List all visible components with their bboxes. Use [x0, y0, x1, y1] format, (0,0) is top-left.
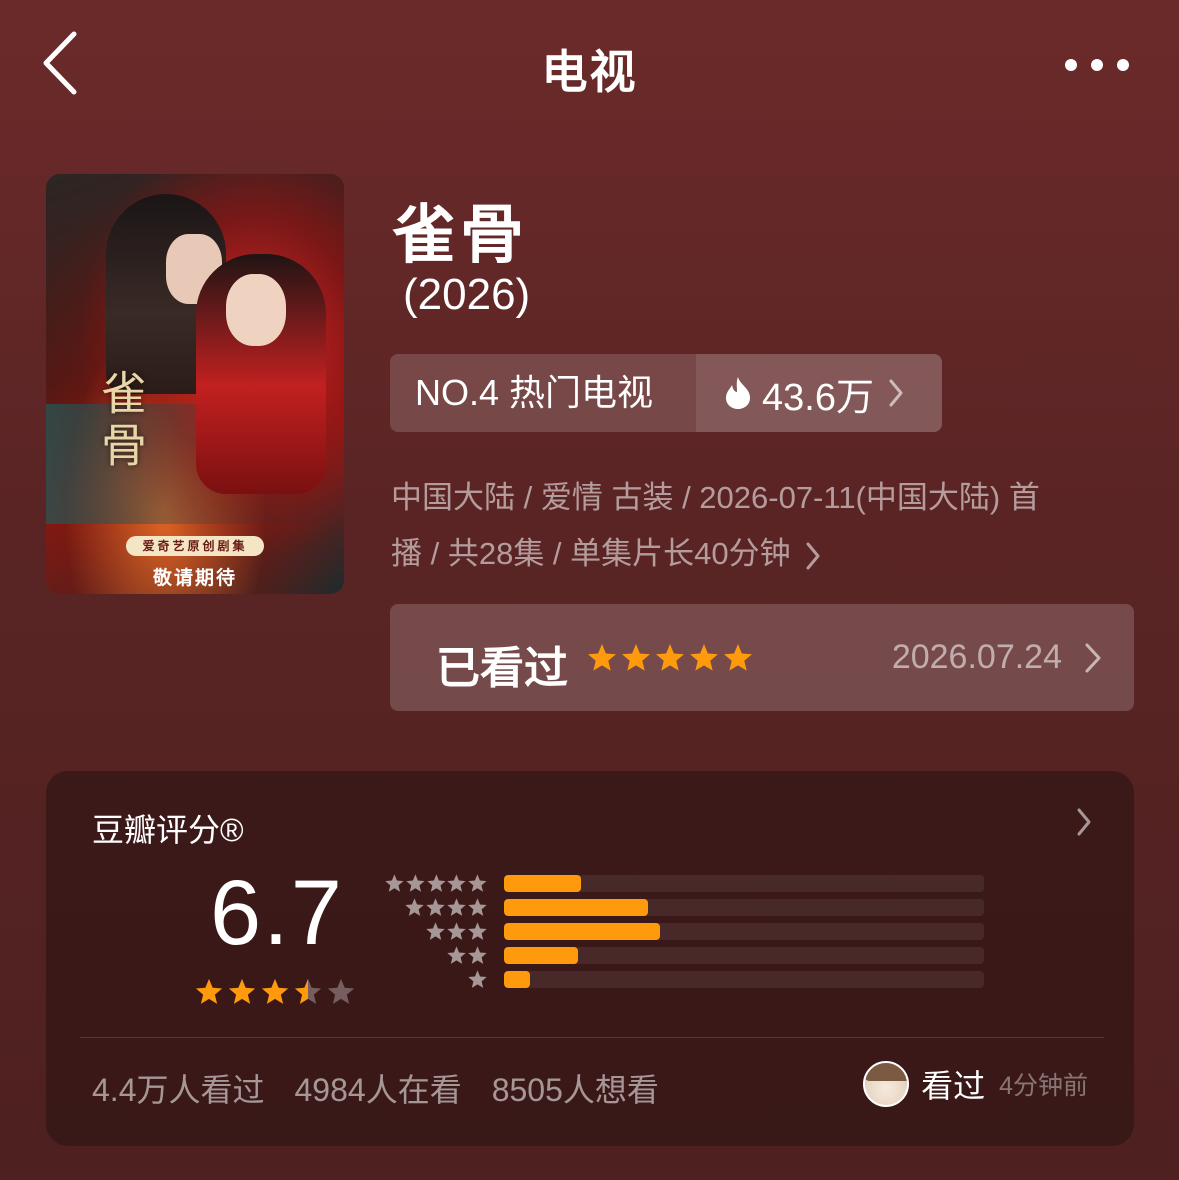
distribution-row-2 [384, 943, 984, 967]
poster-image[interactable]: 雀骨 爱奇艺原创剧集 敬请期待 [46, 174, 344, 594]
star-icon [294, 978, 322, 1004]
star-icon [385, 873, 404, 892]
distribution-row-3 [384, 919, 984, 943]
distribution-bar-3 [504, 922, 660, 940]
star-icon [447, 897, 466, 916]
chevron-right-icon [889, 379, 903, 407]
distribution-row-1 [384, 967, 984, 991]
want-count[interactable]: 8505人想看 [492, 1065, 659, 1111]
distribution-stars [384, 969, 488, 990]
rating-distribution [384, 871, 984, 991]
chevron-right-icon [1085, 643, 1101, 673]
audience-stats: 4.4万人看过 4984人在看 8505人想看 [92, 1065, 659, 1111]
distribution-track [504, 874, 984, 892]
more-button[interactable] [1049, 50, 1129, 80]
star-icon [724, 644, 752, 671]
distribution-bar-4 [504, 898, 648, 916]
star-icon [327, 978, 355, 1004]
distribution-row-5 [384, 871, 984, 895]
poster-subtitle: 敬请期待 [152, 568, 237, 589]
heat-button[interactable]: 43.6万 [696, 354, 942, 432]
rating-score: 6.7 [210, 862, 344, 964]
meta-line-2: 播 / 共28集 / 单集片长40分钟 [391, 536, 791, 571]
star-icon [195, 978, 223, 1004]
heat-value: 43.6万 [762, 376, 874, 419]
star-icon [468, 921, 487, 940]
watching-count[interactable]: 4984人在看 [295, 1065, 462, 1111]
show-year: (2026) [403, 270, 531, 319]
star-icon [426, 921, 445, 940]
rating-header: 豆瓣评分® [92, 812, 244, 848]
star-icon [447, 945, 466, 964]
star-icon [656, 644, 684, 671]
star-icon [447, 873, 466, 892]
distribution-stars [384, 873, 488, 894]
distribution-bar-5 [504, 874, 581, 892]
friend-time: 4分钟前 [999, 1072, 1088, 1100]
distribution-row-4 [384, 895, 984, 919]
rank-badge[interactable]: NO.4 热门电视 43.6万 [390, 354, 942, 432]
friend-action: 看过 [921, 1068, 986, 1104]
distribution-stars [384, 945, 488, 966]
rank-label: NO.4 热门电视 [415, 372, 654, 413]
star-icon [468, 969, 487, 988]
distribution-bar-2 [504, 946, 579, 964]
star-icon [228, 978, 256, 1004]
poster-badge: 爱奇艺原创剧集 [126, 536, 264, 556]
star-icon [468, 945, 487, 964]
star-icon [468, 873, 487, 892]
distribution-bar-1 [504, 970, 531, 988]
distribution-track [504, 898, 984, 916]
star-icon [468, 897, 487, 916]
watched-date: 2026.07.24 [891, 638, 1062, 676]
distribution-stars [384, 921, 488, 942]
meta-line-1: 中国大陆 / 爱情 古装 / 2026-07-11(中国大陆) 首 [391, 480, 1040, 515]
avatar [863, 1061, 910, 1107]
distribution-stars [384, 897, 488, 918]
distribution-track [504, 922, 984, 940]
star-icon [406, 873, 425, 892]
watched-count[interactable]: 4.4万人看过 [92, 1065, 265, 1111]
star-icon [622, 644, 650, 671]
star-icon [426, 897, 445, 916]
star-icon [447, 921, 466, 940]
poster-title: 雀骨 [94, 369, 148, 473]
friend-activity[interactable]: 看过 4分钟前 [863, 1061, 1088, 1107]
distribution-track [504, 946, 984, 964]
top-bar: 电视 [0, 0, 1179, 130]
flame-icon [726, 377, 750, 409]
star-icon [426, 873, 446, 892]
rating-stars [194, 977, 356, 1007]
watched-status-bar[interactable]: 已看过 2026.07.24 [390, 604, 1134, 711]
my-rating-stars [586, 642, 754, 674]
watched-label: 已看过 [436, 644, 568, 693]
show-meta[interactable]: 中国大陆 / 爱情 古装 / 2026-07-11(中国大陆) 首 播 / 共2… [391, 470, 1121, 582]
star-icon [690, 644, 718, 671]
chevron-right-icon[interactable] [1076, 807, 1092, 837]
divider [80, 1037, 1104, 1038]
show-title: 雀骨 [392, 199, 528, 271]
page-title: 电视 [541, 46, 638, 98]
more-dots-icon [1065, 59, 1077, 71]
star-icon [261, 978, 289, 1004]
douban-rating-card: 豆瓣评分® 6.7 4.4万人看过 4984人在看 8505人想看 看过 4分钟… [46, 771, 1134, 1146]
distribution-track [504, 970, 984, 988]
chevron-right-icon [806, 542, 820, 570]
star-icon [588, 644, 616, 671]
star-icon [405, 897, 424, 916]
